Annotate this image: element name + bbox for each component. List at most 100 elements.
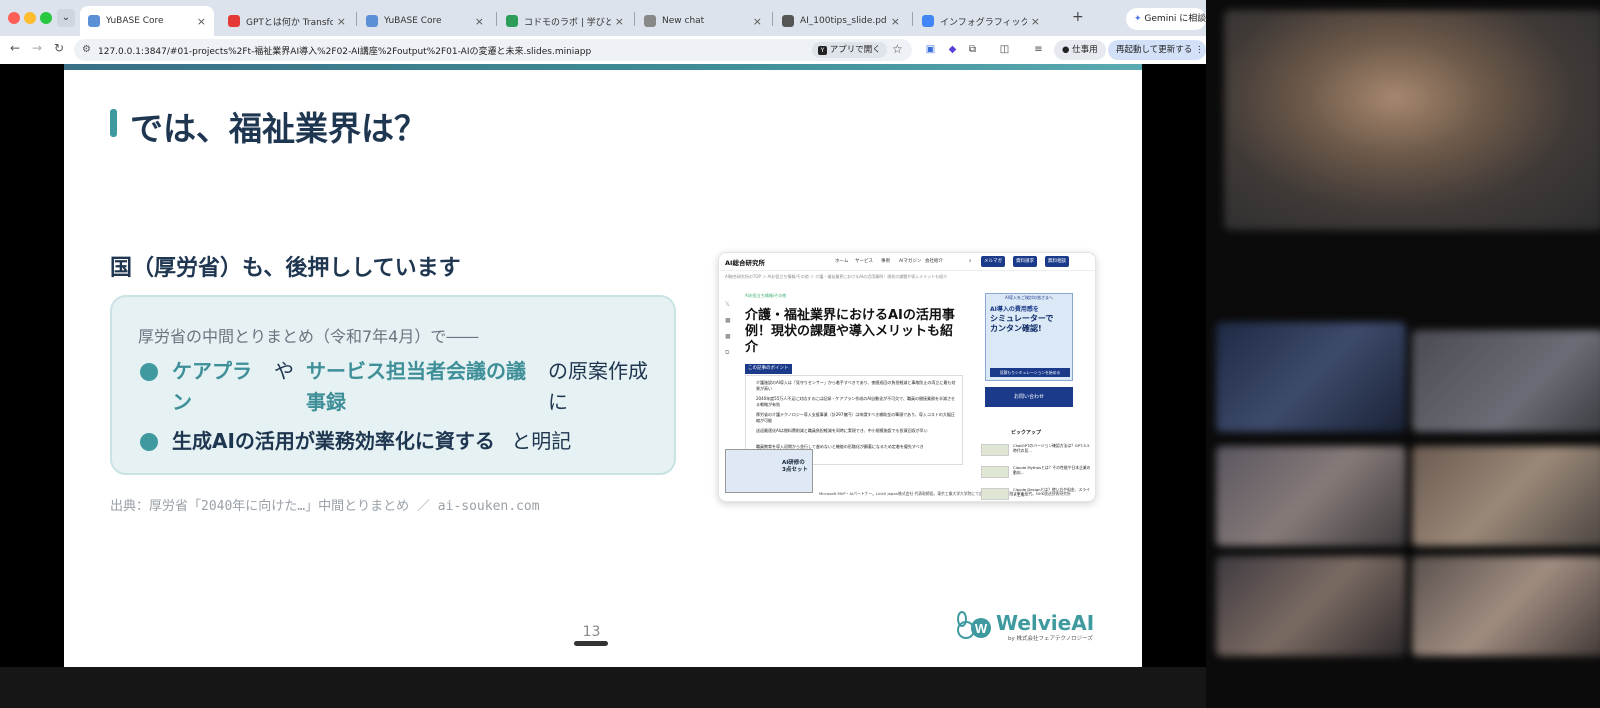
bullet1-term-minutes: サービス担当者会議の議 事録: [306, 356, 526, 418]
site-info-icon[interactable]: ⚙: [82, 44, 91, 55]
extension-translate-icon[interactable]: ▣: [924, 43, 937, 56]
browser-tab[interactable]: AI_100tips_slide.pdf ×: [774, 6, 908, 36]
yubase-icon: [88, 15, 100, 27]
tab-title: GPTとは何か TransformerのA: [246, 17, 333, 28]
window-zoom-button[interactable]: [40, 12, 52, 24]
article-ad-banner: AI導入をご検討の皆さまへ AI導入の費用感を シミュレーターで カンタン確認!…: [985, 293, 1073, 381]
video-tile-participant[interactable]: [1216, 446, 1406, 546]
app-icon: Y: [818, 46, 827, 55]
browser-tab[interactable]: コドモのラボ | 学びと創造の新 ×: [498, 6, 632, 36]
callout-box: 厚労省の中間とりまとめ（令和7年4月）で―― ケアプラ ン や サービス担当者会…: [110, 295, 676, 475]
article-category: AIお役立ち情報/その他: [745, 293, 787, 298]
bullet1-tail: の原案作成 に: [548, 356, 648, 418]
article-pickup-item: Claude Designとは？使い方や料金、スライド生成…: [981, 487, 1091, 501]
article-contact-banner: お問い合わせ: [985, 387, 1073, 407]
browser-tab[interactable]: インフォグラフィック - Google ×: [914, 6, 1048, 36]
video-tile-participant[interactable]: [1216, 556, 1406, 656]
article-training-banner: AI研修の 3点セット: [725, 449, 813, 493]
tab-separator: [634, 12, 635, 26]
chat-icon: [644, 15, 656, 27]
article-consult-button: 無料相談: [1045, 256, 1069, 267]
article-ad-button: 見積もりシミュレーションを始める: [990, 368, 1070, 377]
tab-close-icon[interactable]: ×: [891, 15, 900, 28]
tab-close-icon[interactable]: ×: [197, 15, 206, 28]
presentation-slide: では、福祉業界は？ 国（厚労省）も、後押ししています 厚労省の中間とりまとめ（令…: [64, 64, 1142, 667]
pickup-text: ChatGPTのバージョン確認方法は？GPT-5.5時代の見…: [1013, 443, 1090, 453]
article-point: 2040年度55万人不足に対応するには記録・ケアプラン作成のAI自動化が不可欠で…: [756, 396, 956, 407]
video-call-panel: [1206, 0, 1600, 708]
browser-tab[interactable]: GPTとは何か TransformerのA ×: [220, 6, 354, 36]
browser-tab[interactable]: YuBASE Core ×: [80, 6, 214, 36]
profile-button[interactable]: ● 仕事用: [1054, 40, 1106, 60]
article-nav-item: ホーム: [835, 259, 849, 264]
tab-title: コドモのラボ | 学びと創造の新: [524, 17, 611, 28]
video-tile-participant[interactable]: [1412, 446, 1600, 546]
tab-close-icon[interactable]: ×: [475, 15, 484, 28]
profile-label: 仕事用: [1072, 45, 1098, 55]
tab-search-chevron-icon[interactable]: ⌄: [57, 9, 75, 27]
reload-icon[interactable]: ↻: [54, 41, 64, 55]
article-title: 介護・福祉業界におけるAIの活用事例！現状の課題や導入メリットも紹介: [745, 308, 955, 355]
title-accent-bar: [110, 109, 117, 137]
video-tile-participant[interactable]: [1412, 556, 1600, 656]
more-vertical-icon[interactable]: ⋮: [1195, 45, 1204, 55]
reading-list-icon[interactable]: ≡: [1032, 43, 1045, 56]
welvieai-logo-subtext: by 株式会社フェアテクノロジーズ: [1008, 636, 1093, 642]
tab-close-icon[interactable]: ×: [1031, 15, 1040, 28]
yubase-icon: [366, 15, 378, 27]
new-tab-button[interactable]: +: [1072, 9, 1084, 25]
bullet-dot: [140, 363, 158, 381]
article-docs-button: 資料請求: [1013, 256, 1037, 267]
gemini-button[interactable]: ✦ Gemini に相談: [1126, 8, 1206, 30]
open-in-app-button[interactable]: Y アプリで開く: [812, 42, 887, 58]
browser-window: ⌄ YuBASE Core×GPTとは何か TransformerのA×YuBA…: [0, 0, 1206, 667]
open-in-app-label: アプリで開く: [829, 45, 881, 55]
side-panel-icon[interactable]: ◫: [998, 43, 1011, 56]
bullet1-term-careplan: ケアプラ ン: [172, 356, 252, 418]
bookmark-star-icon[interactable]: ☆: [892, 42, 903, 56]
article-search-icon: ⌕: [969, 259, 972, 264]
address-bar[interactable]: ⚙ 127.0.0.1:3847/#01-projects%2Ft-福祉業界AI…: [74, 39, 912, 61]
page-indicator-bar[interactable]: [574, 641, 608, 646]
screen-bottom-bar: [0, 667, 1206, 708]
video-tile-participant[interactable]: [1412, 330, 1600, 432]
term-minutes-line2: 事録: [306, 390, 346, 414]
bullet1-connector: や: [274, 359, 294, 383]
back-arrow-icon[interactable]: ←: [10, 41, 20, 55]
browser-tab[interactable]: YuBASE Core ×: [358, 6, 492, 36]
video-tile-speaker[interactable]: [1224, 10, 1600, 230]
window-minimize-button[interactable]: [24, 12, 36, 24]
tab-close-icon[interactable]: ×: [615, 15, 624, 28]
pickup-thumbnail: [981, 488, 1009, 500]
browser-tab[interactable]: New chat ×: [636, 6, 770, 36]
slide-top-accent-bar: [64, 64, 1142, 70]
tab-close-icon[interactable]: ×: [753, 15, 762, 28]
tab-title: YuBASE Core: [384, 16, 442, 26]
article-nav-item: 事例: [881, 259, 890, 264]
window-close-button[interactable]: [8, 12, 20, 24]
term-careplan-line1: ケアプラ: [172, 359, 252, 383]
share-hatena-icon: ■: [725, 333, 731, 340]
tab-title: AI_100tips_slide.pdf: [800, 16, 887, 26]
video-tile-participant[interactable]: [1216, 322, 1406, 432]
extension-diamond-icon[interactable]: ◆: [946, 43, 959, 56]
person-icon: ●: [1062, 45, 1070, 55]
url-text[interactable]: 127.0.0.1:3847/#01-projects%2Ft-福祉業界AI導入…: [98, 44, 591, 57]
callout-intro: 厚労省の中間とりまとめ（令和7年4月）で――: [138, 327, 479, 346]
article-pickup-item: ChatGPTのバージョン確認方法は？GPT-5.5時代の見…: [981, 443, 1091, 457]
relaunch-update-button[interactable]: 再起動して更新する ⋮: [1108, 40, 1206, 60]
tab-close-icon[interactable]: ×: [337, 15, 346, 28]
share-copy-icon: ⧉: [725, 349, 730, 356]
share-facebook-icon: ■: [725, 317, 731, 324]
tab-title: YuBASE Core: [106, 16, 164, 26]
article-ad-headline: シミュレーターで カンタン確認!: [990, 314, 1054, 333]
bullet-dot: [140, 433, 158, 451]
welvieai-logo-text: WelvieAI: [996, 611, 1095, 635]
extensions-puzzle-icon[interactable]: ⧉: [966, 43, 979, 56]
article-header: AI総合研究所 ホーム サービス 事例 AIマガジン 会社紹介 ⌕ メルマガ 資…: [719, 253, 1095, 271]
pickup-text: Claude Designとは？使い方や料金、スライド生成…: [1013, 487, 1090, 497]
article-nav-item: AIマガジン: [899, 259, 922, 264]
article-screenshot: AI総合研究所 ホーム サービス 事例 AIマガジン 会社紹介 ⌕ メルマガ 資…: [718, 252, 1096, 502]
forward-arrow-icon[interactable]: →: [32, 41, 42, 55]
welvieai-logo: W WelvieAI by 株式会社フェアテクノロジーズ: [952, 609, 1094, 645]
